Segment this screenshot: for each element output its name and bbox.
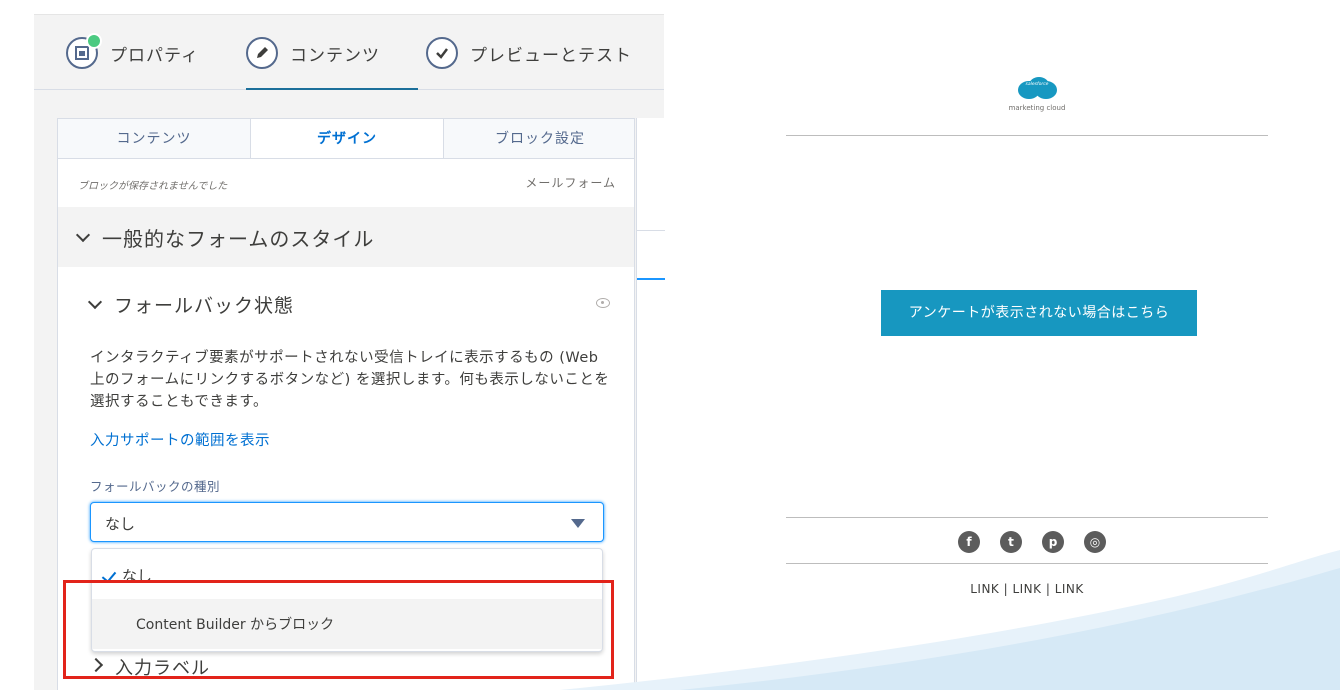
salesforce-marketing-cloud-logo: salesforce marketing cloud — [1007, 76, 1067, 112]
divider-top — [786, 135, 1268, 136]
instagram-icon[interactable]: ◎ — [1084, 531, 1106, 553]
section-general-title: 一般的なフォームのスタイル — [102, 226, 375, 251]
tab-properties-label: プロパティ — [110, 45, 199, 66]
logo-text: marketing cloud — [1008, 104, 1066, 112]
salesforce-cloud-icon — [1018, 77, 1057, 99]
tab-properties[interactable]: プロパティ — [66, 15, 199, 91]
social-icons: f t p ◎ — [958, 531, 1108, 555]
highlight-annotation — [63, 580, 614, 679]
twitter-icon[interactable]: t — [1000, 531, 1022, 553]
facebook-icon[interactable]: f — [958, 531, 980, 553]
panel-tab-bar: コンテンツ デザイン ブロック設定 — [58, 119, 634, 159]
survey-fallback-button[interactable]: アンケートが表示されない場合はこちら — [881, 290, 1197, 336]
panel-tab-block-settings[interactable]: ブロック設定 — [444, 119, 634, 158]
block-type-label: メールフォーム — [525, 176, 616, 190]
tab-content-label: コンテンツ — [290, 45, 380, 66]
divider-footer-bottom — [786, 563, 1268, 564]
tab-content[interactable]: コンテンツ — [246, 15, 418, 92]
pinterest-icon[interactable]: p — [1042, 531, 1064, 553]
pencil-icon — [246, 37, 278, 69]
input-support-link[interactable]: 入力サポートの範囲を表示 — [90, 429, 270, 450]
fallback-description: インタラクティブ要素がサポートされない受信トレイに表示するもの (Web 上のフ… — [90, 350, 610, 410]
decorative-wave — [560, 550, 1340, 690]
tab-preview-test-label: プレビューとテスト — [470, 45, 632, 66]
section-fallback-title: フォールバック状態 — [114, 294, 295, 317]
canvas-selected-block — [637, 230, 665, 280]
eye-icon[interactable] — [596, 298, 610, 308]
logo-cloud-text: salesforce — [1025, 82, 1049, 87]
tab-preview-test[interactable]: プレビューとテスト — [426, 15, 632, 91]
checkmark-icon — [426, 37, 458, 69]
section-general-form-styles[interactable]: 一般的なフォームのスタイル — [58, 207, 634, 267]
check-badge-icon — [86, 33, 102, 49]
properties-icon — [66, 33, 102, 69]
save-status-text: ブロックが保存されませんでした — [78, 181, 228, 192]
fallback-type-value: なし — [105, 515, 136, 533]
chevron-down-icon — [87, 294, 103, 310]
section-fallback-state[interactable]: フォールバック状態 — [87, 289, 610, 319]
status-row: ブロックが保存されませんでした メールフォーム — [58, 159, 634, 207]
panel-tab-content[interactable]: コンテンツ — [58, 119, 251, 158]
top-tab-bar: プロパティ コンテンツ プレビューとテスト — [34, 14, 664, 92]
fallback-type-label: フォールバックの種別 — [90, 479, 221, 494]
chevron-down-icon — [75, 227, 91, 243]
fallback-type-select[interactable]: なし — [90, 502, 604, 542]
footer-links[interactable]: LINK | LINK | LINK — [786, 582, 1268, 596]
panel-tab-design[interactable]: デザイン — [251, 119, 444, 158]
divider-footer-top — [786, 517, 1268, 518]
